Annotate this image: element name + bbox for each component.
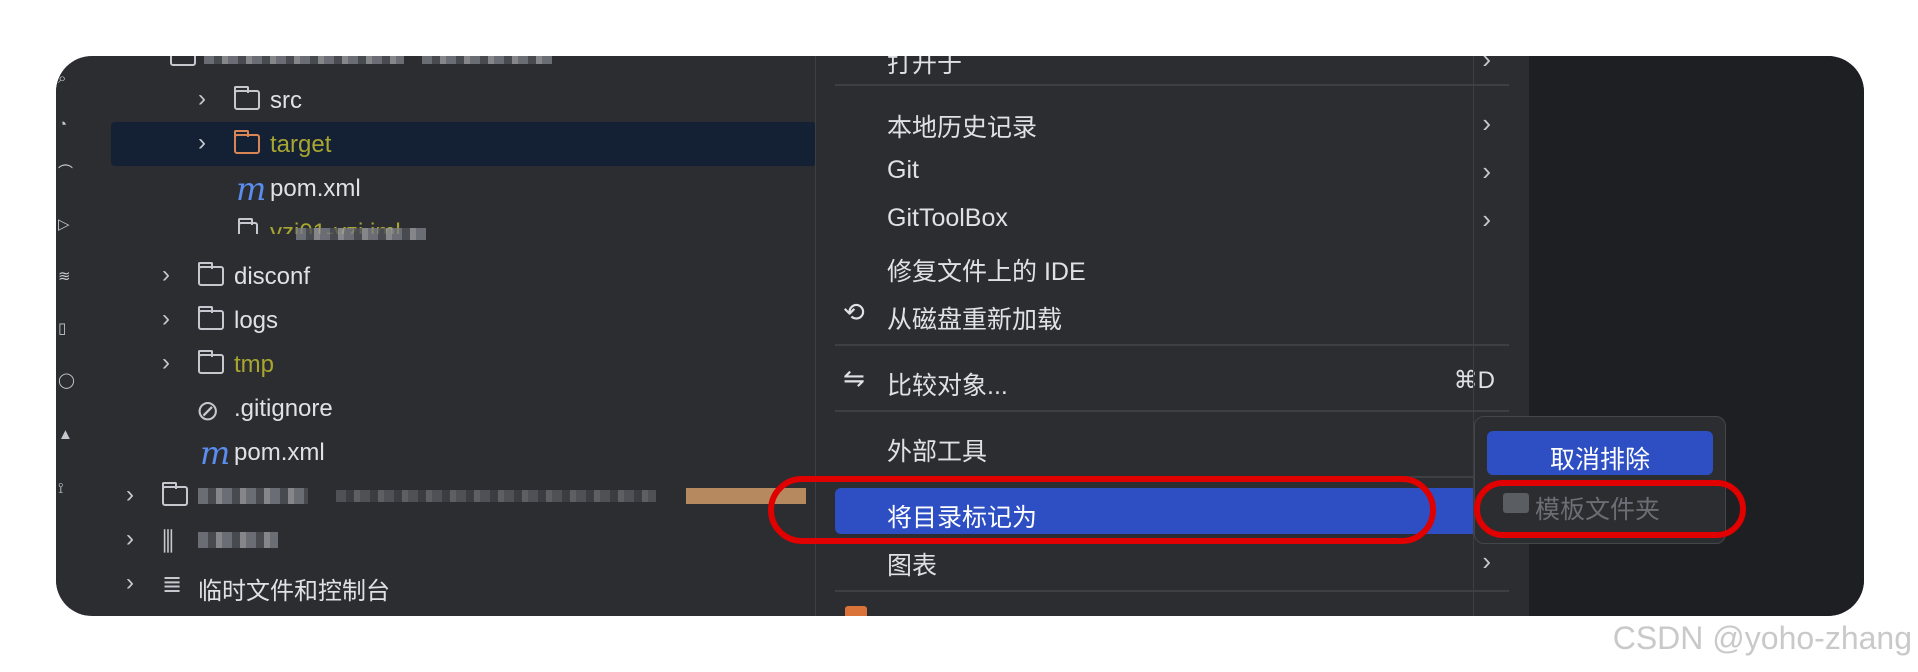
tree-item-label: pom.xml [270, 175, 361, 202]
chevron-right-icon[interactable]: › [162, 307, 176, 331]
tree-row-disconf[interactable]: › disconf [86, 254, 816, 298]
tree-item-label: src [270, 87, 302, 114]
tree-item-label: tmp [234, 351, 275, 378]
menu-item-label: 从磁盘重新加载 [887, 306, 1063, 334]
chevron-right-icon[interactable]: › [162, 351, 176, 375]
menu-item-label: 图表 [887, 552, 938, 580]
chevron-right-icon: › [1482, 156, 1491, 186]
reload-icon: ⟲ [843, 297, 865, 327]
chevron-right-icon[interactable]: › [126, 571, 140, 595]
commit-icon[interactable]: ◔ [58, 116, 76, 134]
tree-row-logs[interactable]: › logs [86, 298, 816, 342]
folder-icon [234, 86, 260, 110]
menu-item-reload-from-disk[interactable]: ⟲ 从磁盘重新加载 [835, 290, 1509, 336]
menu-item-label: 修复文件上的 IDE [887, 258, 1086, 286]
module-folder-icon [170, 56, 196, 66]
tree-row-external-libraries[interactable]: › ⫼ [86, 518, 816, 562]
menu-item-compare-with[interactable]: ⇋ 比较对象... ⌘D [835, 356, 1509, 402]
tree-item-label: pom.xml [234, 439, 325, 466]
compare-icon: ⇋ [843, 363, 865, 393]
menu-item-label: 本地历史记录 [887, 114, 1038, 142]
tree-item-label: .gitignore [234, 395, 333, 422]
highlight-ring-mark-directory [768, 476, 1436, 544]
tree-item-label: 临时文件和控制台 [198, 578, 390, 605]
blurred-folder-name [198, 488, 308, 504]
folder-icon [162, 482, 188, 506]
menu-item-git[interactable]: Git › [835, 146, 1509, 192]
tree-row-iml[interactable]: yzj01-yzj.iml [86, 210, 816, 234]
chevron-right-icon[interactable]: › [198, 131, 212, 155]
tree-row-blurred-folder[interactable]: › [86, 474, 816, 518]
maven-icon: m [236, 170, 267, 208]
blurred-module-name [204, 56, 404, 64]
folder-icon [198, 306, 224, 330]
menu-separator [835, 344, 1509, 346]
menu-separator [835, 590, 1509, 592]
folder-icon [198, 262, 224, 286]
menu-separator [835, 410, 1509, 412]
menu-item-local-history[interactable]: 本地历史记录 › [835, 98, 1509, 144]
menu-item-label: 外部工具 [887, 438, 988, 466]
chevron-right-icon: › [1482, 108, 1491, 138]
tree-row-target-selected[interactable]: › target [111, 122, 816, 166]
tree-row-scratches[interactable]: › ≣ 临时文件和控制台 [86, 562, 816, 606]
maven-icon: m [200, 434, 231, 472]
menu-item-label: 比较对象... [887, 372, 1008, 400]
folder-icon [198, 350, 224, 374]
blurred-overlay [296, 228, 426, 240]
blurred-folder-path [336, 490, 656, 502]
run-icon[interactable]: ▷ [58, 216, 76, 234]
chevron-right-icon: › [1482, 56, 1491, 74]
tree-row-src[interactable]: › src [86, 78, 816, 122]
file-icon [238, 218, 258, 234]
search-icon[interactable]: ⌕ [58, 70, 76, 88]
menu-item-repair-ide[interactable]: 修复文件上的 IDE [835, 242, 1509, 288]
project-tree: › src › target m pom.xml yzj01-yzj.iml ›… [86, 56, 816, 616]
menu-item-external-tools[interactable]: 外部工具 › [835, 422, 1509, 468]
shortcut-label: ⌘D [1453, 367, 1495, 394]
partial-menu-icon [845, 606, 867, 616]
chevron-right-icon[interactable]: › [162, 263, 176, 287]
git-icon[interactable]: ⟟ [58, 480, 76, 498]
highlight-ring-cancel-exclusion [1474, 480, 1746, 538]
chevron-right-icon[interactable]: › [198, 87, 212, 111]
menu-separator [835, 84, 1509, 86]
tree-row-module[interactable] [86, 56, 816, 78]
pull-request-icon[interactable]: ⌒ [58, 164, 76, 182]
watermark: CSDN @yoho-zhang [1612, 620, 1912, 656]
tree-item-label: logs [234, 307, 279, 334]
tree-row-gitignore[interactable]: ⊘ .gitignore [86, 386, 816, 430]
terminal-icon[interactable]: ▯ [58, 320, 76, 338]
problems-icon[interactable]: ◯ [58, 372, 76, 390]
menu-item-label: 打开于 [887, 56, 963, 78]
scratches-icon: ≣ [162, 571, 183, 598]
layers-icon[interactable]: ≋ [58, 268, 76, 286]
chevron-right-icon[interactable]: › [126, 483, 140, 507]
tool-strip: ⌕ ◔ ⌒ ▷ ≋ ▯ ◯ ▲ ⟟ [56, 56, 86, 616]
menu-item-gittoolbox[interactable]: GitToolBox › [835, 194, 1509, 240]
menu-item-label: Git [887, 156, 919, 184]
menu-item-label: GitToolBox [887, 204, 1008, 232]
tree-item-label: target [270, 131, 332, 158]
chevron-right-icon: › [1482, 204, 1491, 234]
tree-row-root-pom[interactable]: m pom.xml [86, 430, 816, 474]
tree-row-tmp[interactable]: › tmp [86, 342, 816, 386]
tree-item-label: disconf [234, 263, 311, 290]
ignore-file-icon: ⊘ [196, 395, 220, 426]
blurred-library-name [198, 532, 278, 548]
library-icon: ⫼ [162, 526, 174, 556]
chevron-right-icon[interactable]: › [126, 527, 140, 551]
submenu-item-cancel-exclusion[interactable]: 取消排除 [1487, 431, 1713, 475]
menu-item-open-in[interactable]: 打开于 › [835, 56, 1509, 78]
chevron-right-icon: › [1482, 546, 1491, 576]
excluded-folder-icon [234, 130, 260, 154]
tree-row-pom[interactable]: m pom.xml [86, 166, 816, 210]
warning-icon[interactable]: ▲ [58, 426, 76, 444]
blurred-module-path [422, 56, 552, 64]
submenu-item-label: 取消排除 [1549, 446, 1650, 474]
